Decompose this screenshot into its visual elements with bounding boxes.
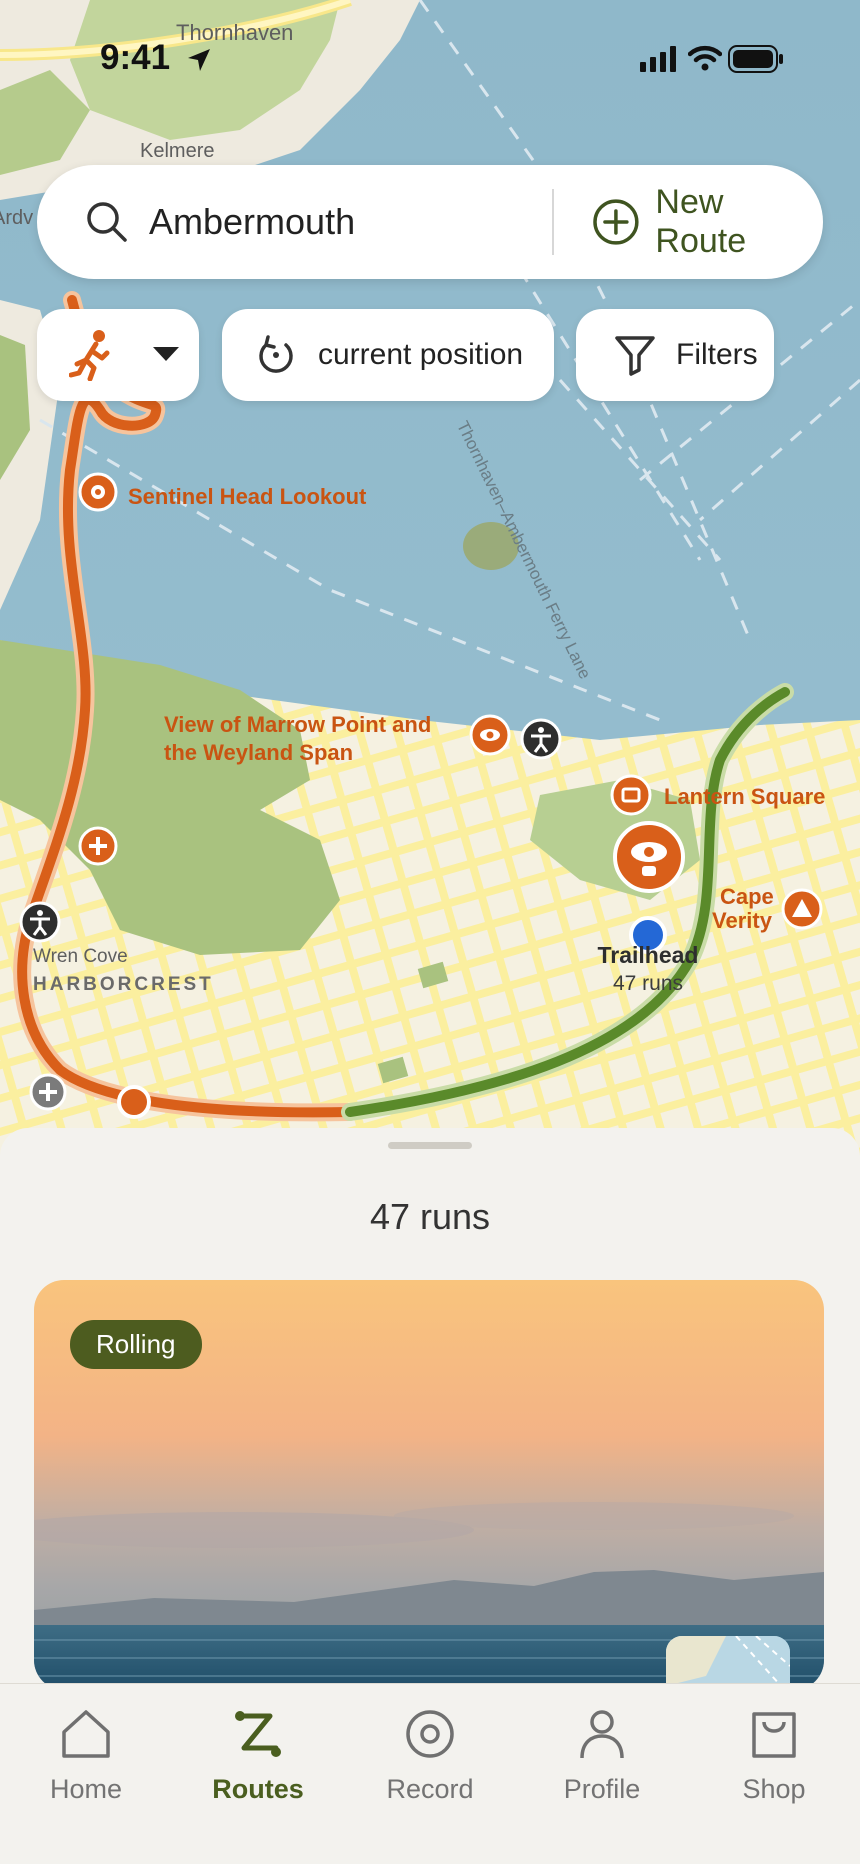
- view-marker-icon[interactable]: [469, 714, 511, 756]
- new-route-button[interactable]: New Route: [592, 183, 823, 261]
- status-time: 9:41: [100, 38, 212, 78]
- route-tag: Rolling: [70, 1320, 202, 1369]
- search-icon: [87, 202, 127, 242]
- shop-icon: [752, 1712, 796, 1758]
- tab-home[interactable]: Home: [0, 1684, 172, 1864]
- add-waypoint-icon[interactable]: [78, 826, 118, 866]
- tab-routes-label: Routes: [212, 1774, 304, 1804]
- area-label-harborcrest: HARBORCREST: [33, 974, 214, 995]
- poi-label-lantern[interactable]: Lantern Square: [664, 784, 825, 810]
- position-chip-label: current position: [318, 338, 524, 371]
- caret-down-icon: [153, 347, 179, 361]
- tab-profile[interactable]: Profile: [516, 1684, 688, 1864]
- battery-icon: [728, 45, 783, 73]
- viewpoint-marker-icon[interactable]: [78, 472, 118, 512]
- peak-marker-icon[interactable]: [781, 888, 823, 930]
- filters-button[interactable]: Filters: [576, 309, 774, 401]
- cellular-signal-icon: [640, 46, 676, 72]
- tab-profile-label: Profile: [563, 1774, 641, 1804]
- trailhead-runs-count: 47 runs: [612, 972, 684, 995]
- sheet-drag-handle[interactable]: [388, 1142, 472, 1149]
- tab-bar: Home Routes Record Profile Shop: [0, 1683, 860, 1864]
- filters-label: Filters: [676, 338, 758, 371]
- poi-label-view-line2[interactable]: the Weyland Span: [164, 740, 353, 766]
- tab-home-label: Home: [49, 1774, 123, 1804]
- position-chip[interactable]: current position: [222, 309, 554, 401]
- tab-record-label: Record: [386, 1774, 474, 1804]
- routes-icon: [235, 1711, 281, 1757]
- poi-label-cape[interactable]: Cape: [720, 884, 774, 910]
- app-screen: Thornhaven Kelmere Ardv Thornhaven–Amber…: [0, 0, 860, 1864]
- poi-label-view-line1[interactable]: View of Marrow Point and: [164, 712, 431, 738]
- plus-circle-icon: [592, 199, 639, 245]
- home-icon: [62, 1710, 110, 1758]
- tab-shop-label: Shop: [742, 1774, 806, 1804]
- square-marker-icon[interactable]: [610, 774, 652, 816]
- trailhead-label[interactable]: Trailhead: [580, 942, 716, 969]
- place-label-wren-cove: Wren Cove: [33, 946, 128, 967]
- search-input[interactable]: Ambermouth: [37, 165, 516, 279]
- wifi-icon: [688, 45, 722, 71]
- location-refresh-icon: [259, 335, 293, 373]
- routes-sheet: 47 runs Rolling: [0, 1128, 860, 1690]
- accessibility-marker-icon[interactable]: [18, 900, 62, 944]
- add-waypoint-icon[interactable]: [28, 1072, 68, 1112]
- accessibility-marker-icon[interactable]: [519, 717, 563, 761]
- tab-record[interactable]: Record: [344, 1684, 516, 1864]
- new-route-label: New Route: [655, 183, 747, 260]
- sheet-title: 47 runs: [369, 1196, 491, 1237]
- tab-shop[interactable]: Shop: [688, 1684, 860, 1864]
- place-label-ardv: Ardv: [0, 207, 34, 229]
- runner-icon: [69, 330, 110, 381]
- tab-routes[interactable]: Routes: [172, 1684, 344, 1864]
- search-value: Ambermouth: [149, 201, 356, 242]
- route-minimap: [666, 1636, 790, 1690]
- poi-label-verity[interactable]: Verity: [712, 908, 772, 934]
- record-icon: [406, 1710, 454, 1758]
- search-bar: Ambermouth New Route: [37, 165, 823, 279]
- search-divider: [551, 189, 554, 255]
- profile-icon: [580, 1710, 624, 1759]
- poi-label-sentinel[interactable]: Sentinel Head Lookout: [128, 484, 366, 510]
- route-card[interactable]: Rolling: [34, 1280, 824, 1690]
- location-arrow-icon: [187, 48, 210, 71]
- filter-funnel-icon: [615, 336, 655, 376]
- place-label-kelmere: Kelmere: [140, 140, 215, 162]
- trailhead-pin-icon[interactable]: [612, 820, 686, 894]
- activity-mode-dropdown[interactable]: [37, 309, 199, 401]
